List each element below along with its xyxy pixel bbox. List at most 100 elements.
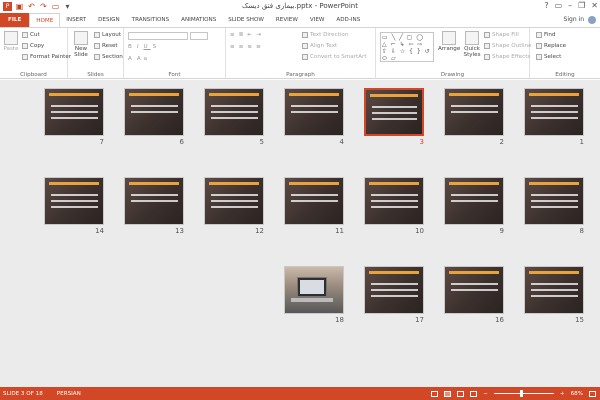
align-left-icon[interactable]: ≡ xyxy=(230,44,237,50)
slide-number: 7 xyxy=(99,138,104,146)
shape-fill-button[interactable]: Shape Fill xyxy=(484,32,519,38)
slide-thumb[interactable]: 1 xyxy=(524,88,584,148)
arrange-button[interactable]: Arrange xyxy=(438,31,460,52)
align-right-icon[interactable]: ≡ xyxy=(247,44,254,50)
font-name-field[interactable] xyxy=(128,32,188,40)
normal-view-icon[interactable] xyxy=(431,390,439,397)
align-center-icon[interactable]: ≡ xyxy=(239,44,246,50)
select-button[interactable]: Select xyxy=(536,54,561,60)
slide-thumb[interactable]: 14 xyxy=(44,177,104,237)
font-size-field[interactable] xyxy=(190,32,208,40)
slide-thumb[interactable]: 3 xyxy=(364,88,424,148)
slide-thumb[interactable]: 18 xyxy=(284,266,344,326)
tab-animations[interactable]: ANIMATIONS xyxy=(175,13,222,27)
slide-text-line xyxy=(451,194,498,196)
laptop-image xyxy=(297,277,327,297)
bold-icon[interactable]: B xyxy=(128,44,135,50)
slide-thumb[interactable]: 5 xyxy=(204,88,264,148)
slide-text-line xyxy=(371,200,418,202)
slide-thumb[interactable]: 11 xyxy=(284,177,344,237)
paste-label: Paste xyxy=(3,46,19,52)
help-button[interactable]: ? xyxy=(544,0,548,12)
align-text-button[interactable]: Align Text xyxy=(302,43,337,49)
font-format-buttons[interactable]: BIUS xyxy=(128,44,159,50)
select-label: Select xyxy=(544,54,562,60)
convert-smartart-button[interactable]: Convert to SmartArt xyxy=(302,54,367,60)
zoom-out-button[interactable]: − xyxy=(483,391,488,397)
layout-label: Layout xyxy=(102,32,122,38)
minimize-button[interactable]: – xyxy=(568,0,572,12)
slide-sorter-view-icon[interactable] xyxy=(444,390,452,397)
slide-thumb[interactable]: 10 xyxy=(364,177,424,237)
slide-thumb[interactable]: 15 xyxy=(524,266,584,326)
quick-styles-button[interactable]: Quick Styles xyxy=(461,31,483,58)
list-buttons[interactable]: ≡ ≣ ⇤ ⇥ xyxy=(230,32,263,38)
find-button[interactable]: Find xyxy=(536,32,555,38)
language-indicator[interactable]: PERSIAN xyxy=(57,391,81,397)
tab-home[interactable]: HOME xyxy=(29,13,61,27)
slide-thumb[interactable]: 6 xyxy=(124,88,184,148)
reading-view-icon[interactable] xyxy=(457,390,465,397)
increase-indent-icon[interactable]: ⇥ xyxy=(256,32,263,38)
slide-title-bar xyxy=(49,93,99,96)
shapes-gallery[interactable]: ▭ ╲ ╱ ▢ ◯ △ ⌐ ↳ ⇦ ⇨ ⇧ ⇩ ☆ { } ↺ ⬭ ▱ xyxy=(380,32,434,62)
layout-button[interactable]: Layout xyxy=(94,32,121,38)
cut-button[interactable]: Cut xyxy=(22,32,40,38)
slide-thumb[interactable]: 13 xyxy=(124,177,184,237)
paste-button[interactable]: Paste xyxy=(3,31,19,52)
strikethrough-icon[interactable]: S xyxy=(153,44,160,50)
slide-text-line xyxy=(451,289,498,291)
slides-group: New Slide Layout Reset Section Slides xyxy=(68,28,124,79)
underline-icon[interactable]: U xyxy=(144,44,151,50)
slide-thumb[interactable]: 2 xyxy=(444,88,504,148)
tab-add-ins[interactable]: ADD-INS xyxy=(330,13,366,27)
zoom-level[interactable]: 68% xyxy=(571,391,583,397)
sign-in[interactable]: Sign in xyxy=(564,13,596,27)
close-button[interactable]: ✕ xyxy=(591,0,598,12)
section-button[interactable]: Section xyxy=(94,54,123,60)
slide-thumb[interactable]: 17 xyxy=(364,266,424,326)
slide-title-bar xyxy=(449,271,499,274)
replace-button[interactable]: Replace xyxy=(536,43,566,49)
restore-button[interactable]: ❐ xyxy=(578,0,585,12)
slide-preview xyxy=(284,177,344,225)
zoom-slider-thumb[interactable] xyxy=(519,390,523,397)
reset-button[interactable]: Reset xyxy=(94,43,118,49)
font-color-buttons[interactable]: A Aa xyxy=(128,56,150,62)
font-color-icon[interactable]: A xyxy=(128,56,135,62)
tab-design[interactable]: DESIGN xyxy=(92,13,126,27)
slide-thumb[interactable]: 16 xyxy=(444,266,504,326)
new-slide-button[interactable]: New Slide xyxy=(71,31,91,58)
shape-effects-icon xyxy=(484,54,490,60)
tab-view[interactable]: VIEW xyxy=(304,13,331,27)
slide-thumb[interactable]: 4 xyxy=(284,88,344,148)
slide-text-line xyxy=(51,105,98,107)
bullets-icon[interactable]: ≡ xyxy=(230,32,237,38)
shape-outline-button[interactable]: Shape Outline xyxy=(484,43,532,49)
justify-icon[interactable]: ≡ xyxy=(256,44,263,50)
slide-thumb[interactable]: 7 xyxy=(44,88,104,148)
fit-to-window-icon[interactable] xyxy=(589,390,596,397)
slide-thumb[interactable]: 9 xyxy=(444,177,504,237)
zoom-slider[interactable] xyxy=(493,390,554,397)
zoom-in-button[interactable]: + xyxy=(560,391,565,397)
tab-file[interactable]: FILE xyxy=(0,13,30,27)
tab-transitions[interactable]: TRANSITIONS xyxy=(126,13,176,27)
slide-thumb[interactable]: 8 xyxy=(524,177,584,237)
slide-thumb[interactable]: 12 xyxy=(204,177,264,237)
format-painter-button[interactable]: Format Painter xyxy=(22,54,71,60)
decrease-indent-icon[interactable]: ⇤ xyxy=(247,32,254,38)
italic-icon[interactable]: I xyxy=(137,44,142,50)
tab-insert[interactable]: INSERT xyxy=(60,13,92,27)
shape-effects-button[interactable]: Shape Effects xyxy=(484,54,530,60)
tab-review[interactable]: REVIEW xyxy=(270,13,304,27)
arrange-icon xyxy=(442,31,456,45)
ribbon-display-button[interactable]: ▭ xyxy=(555,0,563,12)
alignment-buttons[interactable]: ≡ ≡ ≡ ≡ xyxy=(230,44,263,50)
tab-slide-show[interactable]: SLIDE SHOW xyxy=(222,13,270,27)
highlight-icon[interactable]: Aa xyxy=(137,56,150,62)
copy-button[interactable]: Copy xyxy=(22,43,44,49)
numbering-icon[interactable]: ≣ xyxy=(239,32,246,38)
slide-show-icon[interactable] xyxy=(470,390,478,397)
text-direction-button[interactable]: Text Direction xyxy=(302,32,348,38)
